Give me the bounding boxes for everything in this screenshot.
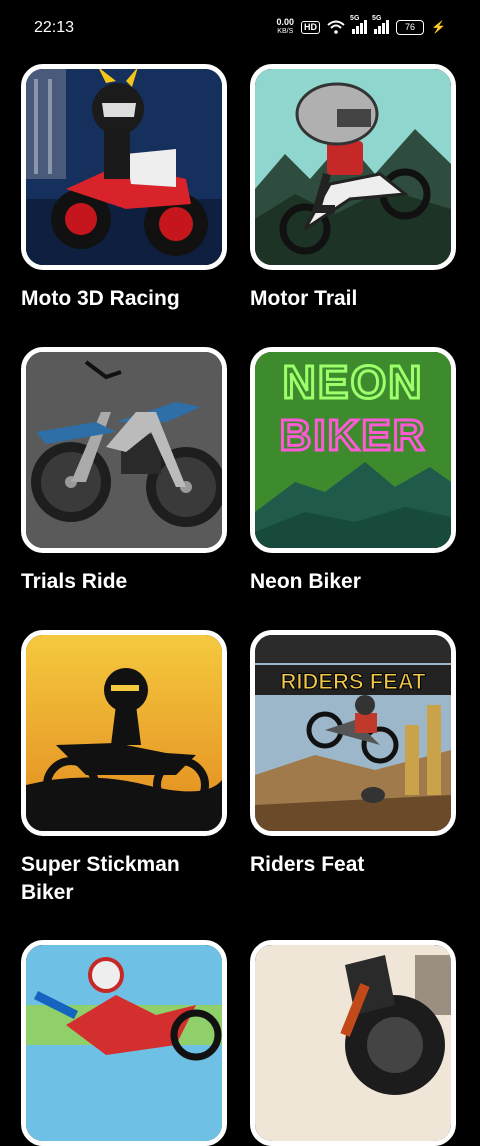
game-thumbnail[interactable]: RIDERS FEAT [250,630,456,836]
game-card[interactable]: RIDERS FEAT Riders Feat [250,630,460,876]
wifi-icon [327,20,345,34]
game-thumbnail[interactable] [250,64,456,270]
game-title[interactable]: Riders Feat [250,851,465,879]
riders-feat-art-text: RIDERS FEAT [280,669,426,694]
status-bar: 22:13 0.00 KB/S HD 5G 5G 76 ⚡ [0,0,480,56]
hd-voice-badge: HD [301,20,321,34]
game-card[interactable]: Motor Trail [250,64,460,310]
game-card[interactable]: Moto 3D Racing [21,64,231,310]
game-card[interactable]: Super Stickman Biker [21,630,231,904]
game-thumbnail[interactable] [21,630,227,836]
game-thumbnail[interactable] [21,347,227,553]
clock: 22:13 [34,19,75,36]
neon-art-text: NEON [283,356,424,408]
game-thumbnail[interactable] [21,940,227,1146]
signal-icon: 5G [372,15,390,34]
game-thumbnail[interactable] [21,64,227,270]
battery-icon: 76 [396,19,425,35]
game-title[interactable]: Moto 3D Racing [21,285,236,313]
game-thumbnail[interactable] [250,940,456,1146]
game-title[interactable]: Motor Trail [250,285,465,313]
charging-icon: ⚡ [431,20,446,34]
game-card[interactable]: Trials Ride [21,347,231,593]
game-card[interactable] [250,940,460,1146]
network-speed: 0.00 KB/S [276,17,295,36]
game-title[interactable]: Neon Biker [250,568,465,596]
game-thumbnail[interactable]: NEON BIKER [250,347,456,553]
signal-icon: 5G [350,15,368,34]
game-title[interactable]: Super Stickman Biker [21,851,236,907]
game-card[interactable] [21,940,231,1146]
game-card[interactable]: NEON BIKER Neon Biker [250,347,460,593]
biker-art-text: BIKER [280,411,427,460]
game-title[interactable]: Trials Ride [21,568,236,596]
